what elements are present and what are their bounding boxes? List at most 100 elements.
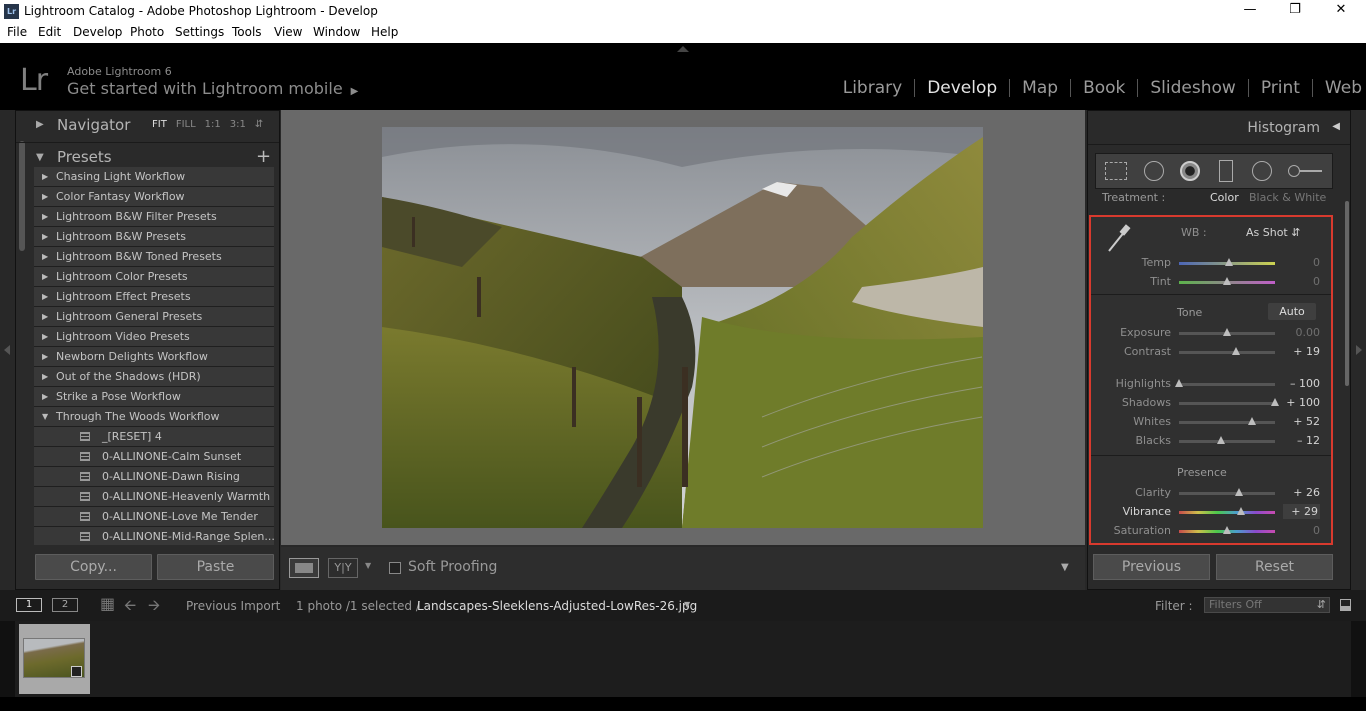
filter-select[interactable]: Filters Off ⇵ (1204, 597, 1330, 613)
menu-develop[interactable]: Develop (73, 25, 122, 39)
tint-slider[interactable] (1179, 277, 1275, 285)
eyedropper-icon[interactable] (1105, 223, 1131, 253)
paste-button[interactable]: Paste (157, 554, 274, 580)
crop-icon[interactable] (1105, 162, 1127, 180)
preset-item[interactable]: 0-ALLINONE-Dawn Rising (34, 467, 274, 487)
exposure-value[interactable]: 0.00 (1283, 326, 1321, 339)
highlights-slider[interactable] (1175, 379, 1275, 387)
spot-removal-icon[interactable] (1144, 161, 1164, 181)
filter-lock-icon[interactable] (1340, 599, 1351, 611)
navigator-header[interactable]: ▶ Navigator FIT FILL 1:1 3:1 ⇵ (16, 111, 279, 140)
saturation-slider-thumb[interactable] (1223, 526, 1231, 534)
reset-button[interactable]: Reset (1216, 554, 1333, 580)
add-preset-icon[interactable]: + (256, 146, 271, 167)
exposure-slider[interactable] (1179, 328, 1275, 336)
grid-view-icon[interactable]: ▦ (100, 596, 115, 612)
preset-folder-open[interactable]: ▼ Through The Woods Workflow (34, 407, 274, 427)
menu-edit[interactable]: Edit (38, 25, 61, 39)
collapse-left-panel-icon[interactable] (4, 345, 10, 355)
temp-slider-thumb[interactable] (1224, 258, 1233, 266)
collapse-right-panel-icon[interactable] (1356, 345, 1362, 355)
module-slideshow[interactable]: Slideshow (1138, 79, 1249, 97)
histogram-header[interactable]: Histogram ◀ (1088, 111, 1350, 145)
temp-slider[interactable] (1179, 258, 1275, 266)
menu-photo[interactable]: Photo (130, 25, 164, 39)
preset-folder[interactable]: ▶ Lightroom General Presets (34, 307, 274, 327)
module-library[interactable]: Library (831, 79, 916, 97)
auto-tone-button[interactable]: Auto (1268, 303, 1316, 320)
preset-folder[interactable]: ▶ Lightroom B&W Presets (34, 227, 274, 247)
highlights-slider-thumb[interactable] (1175, 379, 1183, 387)
menu-settings[interactable]: Settings (175, 25, 224, 39)
menu-file[interactable]: File (7, 25, 27, 39)
clarity-slider-thumb[interactable] (1235, 488, 1244, 496)
whites-slider-thumb[interactable] (1247, 417, 1256, 425)
preset-folder[interactable]: ▶ Lightroom Color Presets (34, 267, 274, 287)
close-icon[interactable]: ✕ (1331, 2, 1351, 20)
tint-value[interactable]: 0 (1283, 275, 1320, 288)
graduated-filter-icon[interactable] (1219, 160, 1233, 182)
red-eye-icon[interactable] (1180, 161, 1200, 181)
module-web[interactable]: Web (1313, 79, 1366, 97)
preset-folder[interactable]: ▶ Newborn Delights Workflow (34, 347, 274, 367)
radial-filter-icon[interactable] (1252, 161, 1272, 181)
preset-folder[interactable]: ▶ Lightroom Video Presets (34, 327, 274, 347)
blacks-value[interactable]: – 12 (1283, 434, 1320, 447)
zoom-fit[interactable]: FIT (152, 119, 167, 130)
saturation-slider[interactable] (1179, 526, 1275, 534)
treatment-bw[interactable]: Black & White (1249, 191, 1326, 204)
shadows-slider-thumb[interactable] (1271, 398, 1279, 406)
module-book[interactable]: Book (1071, 79, 1139, 97)
saturation-value[interactable]: 0 (1283, 524, 1320, 537)
right-scrollbar[interactable] (1345, 201, 1349, 386)
filename[interactable]: Landscapes-Sleeklens-Adjusted-LowRes-26.… (417, 599, 697, 613)
preset-folder[interactable]: ▶ Strike a Pose Workflow (34, 387, 274, 407)
whites-slider[interactable] (1179, 417, 1275, 425)
preset-folder[interactable]: ▶ Chasing Light Workflow (34, 167, 274, 187)
preset-folder[interactable]: ▶ Out of the Shadows (HDR) (34, 367, 274, 387)
preset-folder[interactable]: ▶ Color Fantasy Workflow (34, 187, 274, 207)
blacks-slider-thumb[interactable] (1217, 436, 1226, 444)
contrast-value[interactable]: + 19 (1283, 345, 1320, 358)
temp-value[interactable]: 0 (1283, 256, 1320, 269)
preset-folder[interactable]: ▶ Lightroom B&W Toned Presets (34, 247, 274, 267)
preset-folder[interactable]: ▶ Lightroom Effect Presets (34, 287, 274, 307)
maximize-icon[interactable]: ❐ (1285, 2, 1305, 20)
filename-dropdown-icon[interactable]: ▼ (684, 600, 690, 609)
soft-proofing-checkbox[interactable] (389, 562, 401, 574)
preset-item[interactable]: 0-ALLINONE-Calm Sunset (34, 447, 274, 467)
zoom-3-1[interactable]: 3:1 (230, 119, 246, 130)
menu-tools[interactable]: Tools (232, 25, 262, 39)
vibrance-value[interactable]: + 29 (1283, 504, 1320, 519)
contrast-slider-thumb[interactable] (1232, 347, 1241, 355)
module-print[interactable]: Print (1249, 79, 1313, 97)
exposure-slider-thumb[interactable] (1223, 328, 1231, 336)
highlights-value[interactable]: – 100 (1283, 377, 1320, 390)
clarity-value[interactable]: + 26 (1283, 486, 1320, 499)
module-map[interactable]: Map (1010, 79, 1072, 97)
menu-help[interactable]: Help (371, 25, 398, 39)
second-window-button[interactable]: 2 (52, 598, 78, 612)
before-after-button[interactable]: Y|Y (328, 558, 358, 578)
zoom-fill[interactable]: FILL (176, 119, 196, 130)
zoom-1-1[interactable]: 1:1 (205, 119, 221, 130)
tint-slider-thumb[interactable] (1223, 277, 1231, 285)
landscape-photo[interactable] (382, 127, 983, 528)
shadows-value[interactable]: + 100 (1283, 396, 1320, 409)
preset-item[interactable]: _[RESET] 4 (34, 427, 274, 447)
collapse-top-panel-icon[interactable] (677, 46, 689, 52)
mobile-link[interactable]: Get started with Lightroom mobile ▶ (67, 79, 358, 98)
adjustment-brush-icon[interactable] (1288, 165, 1324, 177)
preset-item[interactable]: 0-ALLINONE-Love Me Tender (34, 507, 274, 527)
contrast-slider[interactable] (1179, 347, 1275, 355)
shadows-slider[interactable] (1179, 398, 1279, 406)
preset-item[interactable]: 0-ALLINONE-Mid-Range Splen... (34, 527, 274, 545)
filmstrip-thumbnail[interactable] (19, 624, 90, 694)
vibrance-slider[interactable] (1179, 507, 1275, 515)
whites-value[interactable]: + 52 (1283, 415, 1320, 428)
treatment-color[interactable]: Color (1210, 191, 1239, 204)
menu-window[interactable]: Window (313, 25, 360, 39)
vibrance-slider-thumb[interactable] (1236, 507, 1245, 515)
loupe-view-button[interactable] (289, 558, 319, 578)
zoom-dropdown-icon[interactable]: ⇵ (255, 119, 263, 130)
